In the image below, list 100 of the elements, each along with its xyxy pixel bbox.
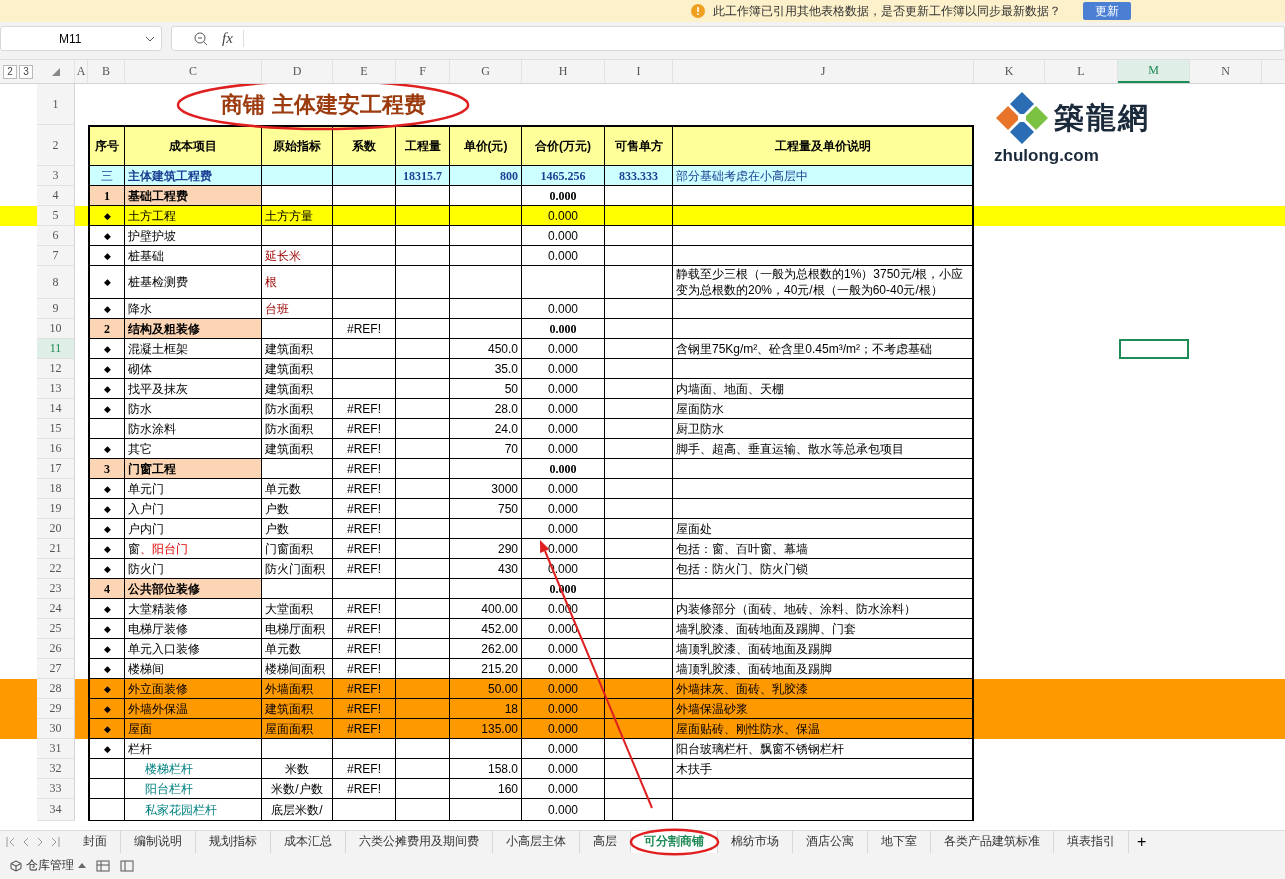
column-header[interactable]: D bbox=[262, 60, 333, 83]
row-number[interactable]: 14 bbox=[37, 399, 75, 419]
empty-cell bbox=[396, 519, 450, 539]
row-number[interactable]: 20 bbox=[37, 519, 75, 539]
table-cell: 0.000 bbox=[522, 246, 605, 266]
row-number[interactable]: 15 bbox=[37, 419, 75, 439]
empty-cell bbox=[605, 439, 673, 459]
warehouse-button[interactable]: 仓库管理 bbox=[10, 857, 86, 874]
table-cell: 833.333 bbox=[605, 166, 673, 186]
empty-cell bbox=[396, 266, 450, 299]
empty-cell bbox=[450, 319, 522, 339]
row-number[interactable]: 16 bbox=[37, 439, 75, 459]
notice-text: 此工作簿已引用其他表格数据，是否更新工作簿以同步最新数据？ bbox=[713, 2, 1061, 20]
formula-field[interactable]: fx bbox=[171, 26, 1285, 51]
row-number[interactable]: 13 bbox=[37, 379, 75, 399]
row-number[interactable]: 27 bbox=[37, 659, 75, 679]
row-number[interactable]: 34 bbox=[37, 799, 75, 821]
row-number[interactable]: 32 bbox=[37, 759, 75, 779]
bullet: ◆ bbox=[88, 359, 125, 379]
bullet: ◆ bbox=[88, 226, 125, 246]
column-header[interactable]: H bbox=[522, 60, 605, 83]
row-number[interactable]: 9 bbox=[37, 299, 75, 319]
column-header[interactable]: E bbox=[333, 60, 396, 83]
table-cell: #REF! bbox=[333, 719, 396, 739]
row-number[interactable]: 22 bbox=[37, 559, 75, 579]
column-header[interactable]: C bbox=[125, 60, 262, 83]
column-header[interactable]: I bbox=[605, 60, 673, 83]
empty-cell bbox=[396, 559, 450, 579]
column-header[interactable]: J bbox=[673, 60, 974, 83]
zoom-icon[interactable] bbox=[194, 31, 208, 46]
column-header[interactable]: B bbox=[88, 60, 125, 83]
row-number[interactable]: 5 bbox=[37, 206, 75, 226]
table-cell: 0.000 bbox=[522, 719, 605, 739]
row-number[interactable]: 10 bbox=[37, 319, 75, 339]
table-cell: #REF! bbox=[333, 319, 396, 339]
row-number[interactable]: 6 bbox=[37, 226, 75, 246]
outline-level-button[interactable]: 3 bbox=[19, 64, 33, 79]
row-number[interactable]: 11 bbox=[37, 339, 75, 359]
empty-cell bbox=[333, 226, 396, 246]
select-all-icon[interactable] bbox=[51, 67, 60, 76]
row-number[interactable]: 30 bbox=[37, 719, 75, 739]
note-cell: 墙乳胶漆、面砖地面及踢脚、门套 bbox=[673, 619, 974, 639]
row-number[interactable]: 29 bbox=[37, 699, 75, 719]
row-number[interactable]: 8 bbox=[37, 266, 75, 299]
empty-cell bbox=[605, 539, 673, 559]
column-header[interactable]: M bbox=[1118, 60, 1190, 83]
table-cell: 私家花园栏杆 bbox=[125, 799, 262, 821]
row-number[interactable]: 2 bbox=[37, 125, 75, 166]
empty-cell bbox=[262, 226, 333, 246]
row-number[interactable]: 1 bbox=[37, 84, 75, 125]
empty-cell bbox=[88, 779, 125, 799]
row-number[interactable]: 33 bbox=[37, 779, 75, 799]
update-button[interactable]: 更新 bbox=[1083, 2, 1131, 20]
table-cell: 0.000 bbox=[522, 339, 605, 359]
empty-cell bbox=[605, 599, 673, 619]
panel-icon[interactable] bbox=[120, 859, 134, 872]
first-sheet-icon[interactable] bbox=[6, 836, 15, 847]
outline-level-button[interactable]: 2 bbox=[3, 64, 17, 79]
row-number[interactable]: 7 bbox=[37, 246, 75, 266]
chevron-down-icon[interactable] bbox=[145, 35, 155, 42]
empty-cell bbox=[605, 759, 673, 779]
next-sheet-icon[interactable] bbox=[37, 836, 43, 847]
table-cell: 三 bbox=[88, 166, 125, 186]
column-header[interactable]: N bbox=[1190, 60, 1262, 83]
table-cell: 800 bbox=[450, 166, 522, 186]
table-icon[interactable] bbox=[96, 859, 110, 872]
row-number[interactable]: 19 bbox=[37, 499, 75, 519]
table-cell: #REF! bbox=[333, 539, 396, 559]
empty-cell bbox=[605, 579, 673, 599]
empty-cell bbox=[396, 319, 450, 339]
row-number[interactable]: 26 bbox=[37, 639, 75, 659]
add-sheet-button[interactable]: + bbox=[1129, 832, 1155, 851]
row-number[interactable]: 18 bbox=[37, 479, 75, 499]
row-number[interactable]: 3 bbox=[37, 166, 75, 186]
logo-site: zhulong.com bbox=[994, 146, 1100, 166]
row-number[interactable]: 28 bbox=[37, 679, 75, 699]
last-sheet-icon[interactable] bbox=[51, 836, 60, 847]
row-number[interactable]: 23 bbox=[37, 579, 75, 599]
row-number[interactable]: 25 bbox=[37, 619, 75, 639]
function-label[interactable]: fx bbox=[222, 30, 244, 47]
row-number[interactable]: 24 bbox=[37, 599, 75, 619]
empty-cell bbox=[450, 459, 522, 479]
previous-sheet-icon[interactable] bbox=[23, 836, 29, 847]
column-header[interactable]: G bbox=[450, 60, 522, 83]
cell-reference: M11 bbox=[59, 31, 82, 46]
selected-cell[interactable] bbox=[1119, 339, 1189, 359]
column-header[interactable]: A bbox=[75, 60, 88, 83]
row-number[interactable]: 12 bbox=[37, 359, 75, 379]
row-number[interactable]: 31 bbox=[37, 739, 75, 759]
table-cell: 1 bbox=[88, 186, 125, 206]
note-cell: 墙顶乳胶漆、面砖地面及踢脚 bbox=[673, 639, 974, 659]
empty-cell bbox=[396, 419, 450, 439]
row-number[interactable]: 17 bbox=[37, 459, 75, 479]
column-title: 原始指标 bbox=[262, 125, 333, 166]
row-number[interactable]: 4 bbox=[37, 186, 75, 206]
row-number[interactable]: 21 bbox=[37, 539, 75, 559]
name-box[interactable]: M11 bbox=[0, 26, 162, 51]
column-header[interactable]: F bbox=[396, 60, 450, 83]
column-header[interactable]: K bbox=[974, 60, 1045, 83]
table-cell: 户数 bbox=[262, 519, 333, 539]
